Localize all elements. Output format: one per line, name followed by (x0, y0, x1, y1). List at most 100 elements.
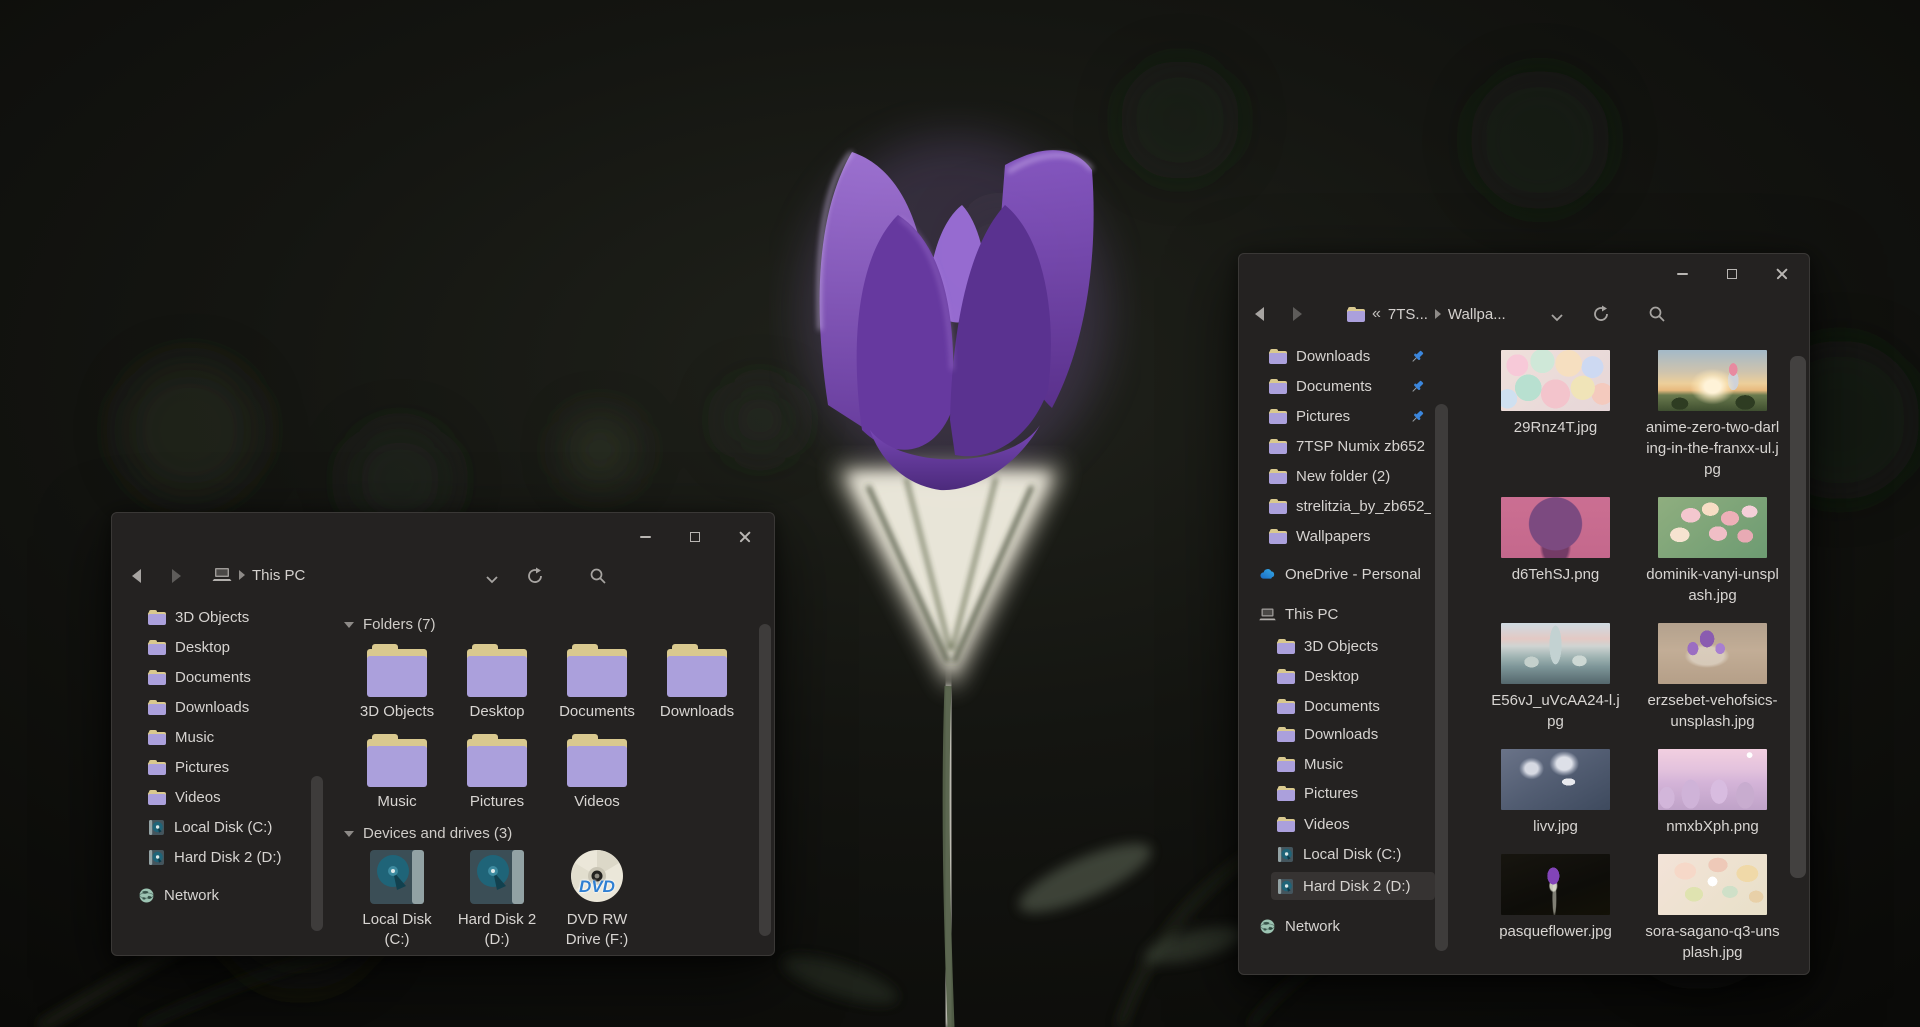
breadcrumb-parent[interactable]: 7TS... (1388, 306, 1428, 323)
sidebar-item-documents-pinned[interactable]: Documents (1263, 372, 1431, 400)
network-icon (138, 887, 155, 904)
sidebar-item-videos[interactable]: Videos (142, 783, 314, 811)
folder-tile-desktop[interactable]: Desktop (448, 644, 546, 722)
chevron-down-icon[interactable] (482, 570, 502, 590)
file-item[interactable]: anime-zero-two-darling-in-the-franxx-ul.… (1634, 350, 1791, 480)
folder-icon (1277, 727, 1295, 742)
forward-icon[interactable] (172, 569, 181, 583)
folder-tile-documents[interactable]: Documents (548, 644, 646, 722)
minimize-button[interactable] (1671, 263, 1693, 285)
file-thumbnail (1658, 350, 1767, 411)
file-item[interactable]: erzsebet-vehofsics-unsplash.jpg (1634, 623, 1791, 732)
folder-tile-3d-objects[interactable]: 3D Objects (348, 644, 446, 722)
caption-buttons (634, 526, 756, 548)
file-thumbnail (1501, 749, 1610, 810)
sidebar-item-hard-disk-2-d[interactable]: Hard Disk 2 (D:) (1271, 872, 1435, 900)
sidebar-item-documents[interactable]: Documents (142, 663, 314, 691)
sidebar-item-hard-disk-2-d[interactable]: Hard Disk 2 (D:) (142, 843, 314, 871)
folder-icon (1277, 699, 1295, 714)
folder-tile-music[interactable]: Music (348, 734, 446, 812)
dvd-icon: DVD (566, 849, 628, 905)
breadcrumb-current[interactable]: Wallpa... (1448, 306, 1506, 323)
file-thumbnail (1658, 623, 1767, 684)
file-item[interactable]: 29Rnz4T.jpg (1477, 350, 1634, 480)
file-item[interactable]: livv.jpg (1477, 749, 1634, 837)
sidebar-item-downloads[interactable]: Downloads (142, 693, 314, 721)
sidebar-item-3d-objects[interactable]: 3D Objects (142, 603, 314, 631)
sidebar-item-local-disk-c[interactable]: Local Disk (C:) (1271, 840, 1435, 868)
chevron-down-icon[interactable] (1547, 308, 1567, 328)
sidebar-item-new-folder-2[interactable]: New folder (2) (1263, 462, 1431, 490)
folder-icon (148, 730, 166, 745)
file-item[interactable]: pasqueflower.jpg (1477, 854, 1634, 963)
search-icon[interactable] (1647, 304, 1667, 324)
group-header-folders[interactable]: Folders (7) (344, 616, 436, 633)
sidebar-item-onedrive[interactable]: OneDrive - Personal (1253, 560, 1435, 588)
forward-icon[interactable] (1293, 307, 1302, 321)
file-thumbnail (1658, 497, 1767, 558)
sidebar-item-downloads[interactable]: Downloads (1271, 720, 1435, 748)
file-item[interactable]: dominik-vanyi-unsplash.jpg (1634, 497, 1791, 606)
drive-tile-hard-disk-2-d[interactable]: Hard Disk 2 (D:) (448, 849, 546, 950)
drive-tile-local-disk-c[interactable]: Local Disk (C:) (348, 849, 446, 950)
close-button[interactable] (1771, 263, 1793, 285)
collapsed-crumbs[interactable]: « (1372, 304, 1381, 324)
drive-icon (1277, 878, 1294, 895)
folder-icon (1269, 499, 1287, 514)
folder-tile-videos[interactable]: Videos (548, 734, 646, 812)
back-icon[interactable] (1255, 307, 1264, 321)
breadcrumb[interactable]: « 7TS... Wallpa... (1347, 304, 1506, 324)
sidebar-item-pictures-pinned[interactable]: Pictures (1263, 402, 1431, 430)
file-grid: 29Rnz4T.jpg anime-zero-two-darling-in-th… (1477, 350, 1797, 963)
minimize-button[interactable] (634, 526, 656, 548)
sidebar-item-videos[interactable]: Videos (1271, 810, 1435, 838)
crumb-separator-icon (1435, 309, 1441, 319)
group-header-devices[interactable]: Devices and drives (3) (344, 825, 512, 842)
sidebar-item-network[interactable]: Network (1253, 912, 1435, 940)
sidebar-item-this-pc[interactable]: This PC (1253, 600, 1435, 628)
sidebar-item-7tsp-numix[interactable]: 7TSP Numix zb652 (1263, 432, 1431, 460)
maximize-button[interactable] (1721, 263, 1743, 285)
file-thumbnail (1501, 350, 1610, 411)
sidebar-item-strelitzia[interactable]: strelitzia_by_zb652_ (1263, 492, 1431, 520)
folder-icon (148, 610, 166, 625)
search-icon[interactable] (588, 566, 608, 586)
sidebar-item-music[interactable]: Music (142, 723, 314, 751)
file-item[interactable]: sora-sagano-q3-unsplash.jpg (1634, 854, 1791, 963)
explorer-window-this-pc: This PC 3D Objects Desktop Documents (111, 512, 775, 956)
refresh-icon[interactable] (1591, 304, 1611, 324)
sidebar-item-desktop[interactable]: Desktop (142, 633, 314, 661)
drive-tile-dvd-f[interactable]: DVD DVD RW Drive (F:) (548, 849, 646, 950)
breadcrumb-folder-icon (1347, 307, 1365, 322)
sidebar-item-documents[interactable]: Documents (1271, 692, 1435, 720)
breadcrumb[interactable]: This PC (212, 566, 305, 584)
sidebar-item-local-disk-c[interactable]: Local Disk (C:) (142, 813, 314, 841)
file-item[interactable]: d6TehSJ.png (1477, 497, 1634, 606)
folder-tile-pictures[interactable]: Pictures (448, 734, 546, 812)
sidebar-item-wallpapers[interactable]: Wallpapers (1263, 522, 1431, 550)
address-bar: « 7TS... Wallpa... (1239, 297, 1809, 331)
back-icon[interactable] (132, 569, 141, 583)
close-button[interactable] (734, 526, 756, 548)
file-item[interactable]: nmxbXph.png (1634, 749, 1791, 837)
sidebar-item-pictures[interactable]: Pictures (142, 753, 314, 781)
sidebar-item-pictures[interactable]: Pictures (1271, 779, 1435, 807)
content-scrollbar[interactable] (759, 624, 771, 936)
file-item[interactable]: E56vJ_uVcAA24-l.jpg (1477, 623, 1634, 732)
sidebar-scrollbar[interactable] (311, 776, 323, 931)
sidebar-scrollbar[interactable] (1435, 404, 1448, 951)
sidebar-item-music[interactable]: Music (1271, 750, 1435, 778)
breadcrumb-root[interactable]: This PC (252, 567, 305, 584)
sidebar-item-network[interactable]: Network (132, 881, 314, 909)
sidebar-item-3d-objects[interactable]: 3D Objects (1271, 632, 1435, 660)
folder-tile-downloads[interactable]: Downloads (648, 644, 746, 722)
hdd-icon (466, 849, 528, 905)
content-scrollbar[interactable] (1790, 356, 1806, 878)
sidebar-item-desktop[interactable]: Desktop (1271, 662, 1435, 690)
refresh-icon[interactable] (525, 566, 545, 586)
folder-icon (1269, 349, 1287, 364)
maximize-button[interactable] (684, 526, 706, 548)
sidebar-item-downloads-pinned[interactable]: Downloads (1263, 342, 1431, 370)
folder-icon (1269, 409, 1287, 424)
folder-icon (1277, 669, 1295, 684)
